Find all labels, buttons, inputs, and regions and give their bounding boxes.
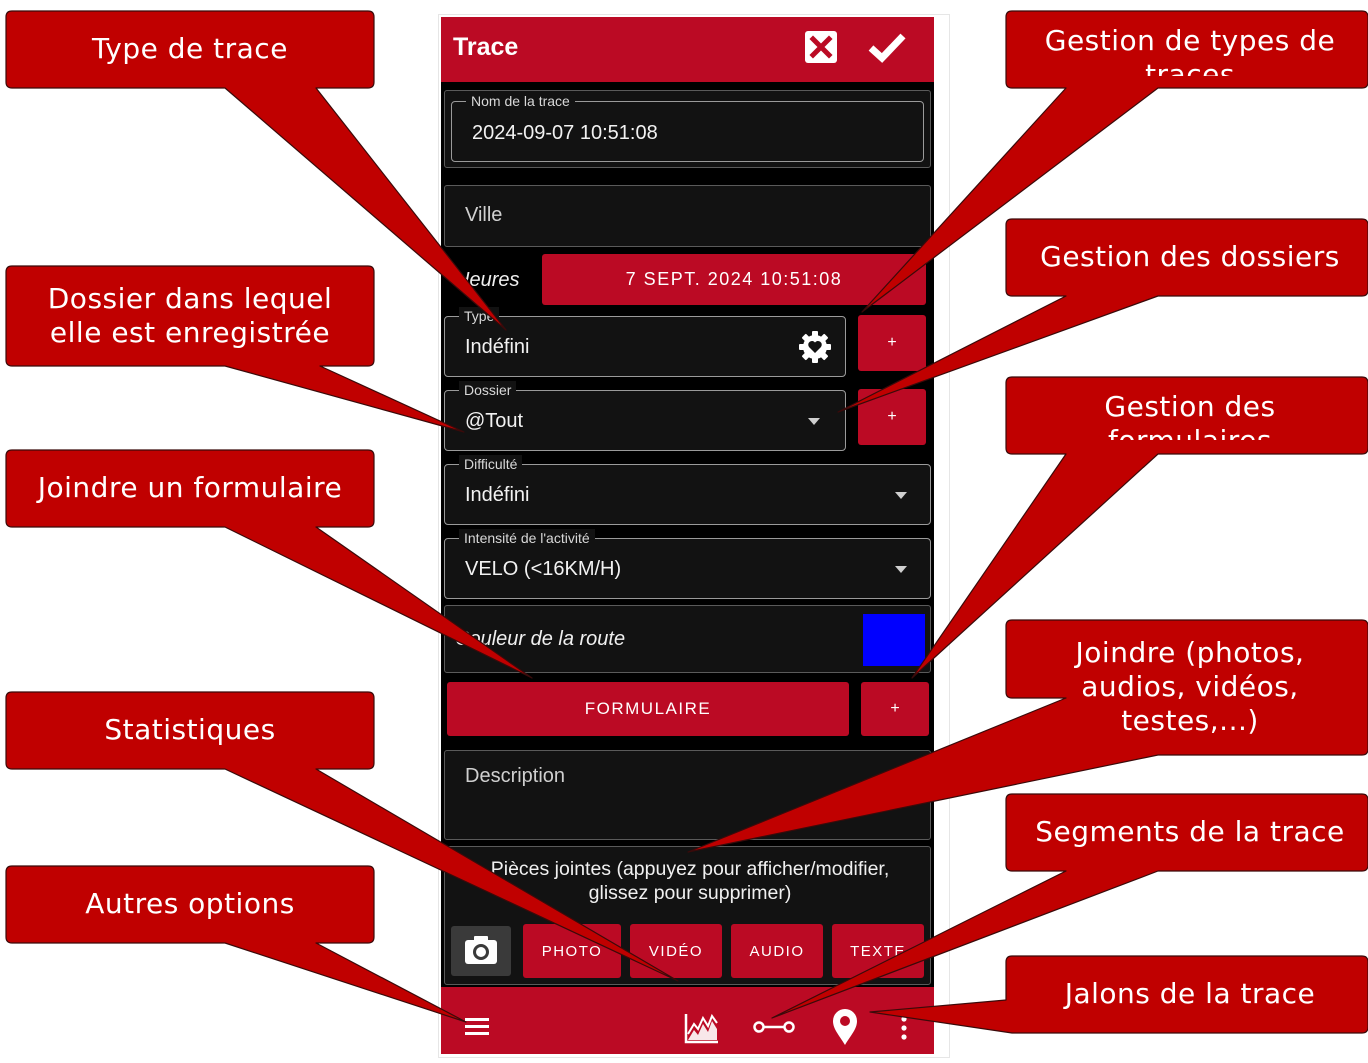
callout-folder: Dossier dans lequel elle est enregistrée: [47, 282, 333, 349]
callout-stats: Statistiques: [104, 713, 276, 746]
callout-segments: Segments de la trace: [1035, 815, 1345, 848]
callout-waypoints: Jalons de la trace: [1064, 977, 1316, 1010]
callout-folder-mgmt: Gestion des dossiers: [1040, 240, 1340, 273]
callout-type: Type de trace: [92, 32, 288, 65]
callout-form-mgmt: Gestion des formulaires: [1104, 390, 1276, 440]
callout-form: Joindre un formulaire: [37, 471, 343, 504]
callout-options: Autres options: [85, 887, 295, 920]
callout-attach: Joindre (photos, audios, vidéos, testes,…: [1075, 636, 1305, 737]
callout-type-mgmt: Gestion de types de traces: [1044, 24, 1336, 76]
